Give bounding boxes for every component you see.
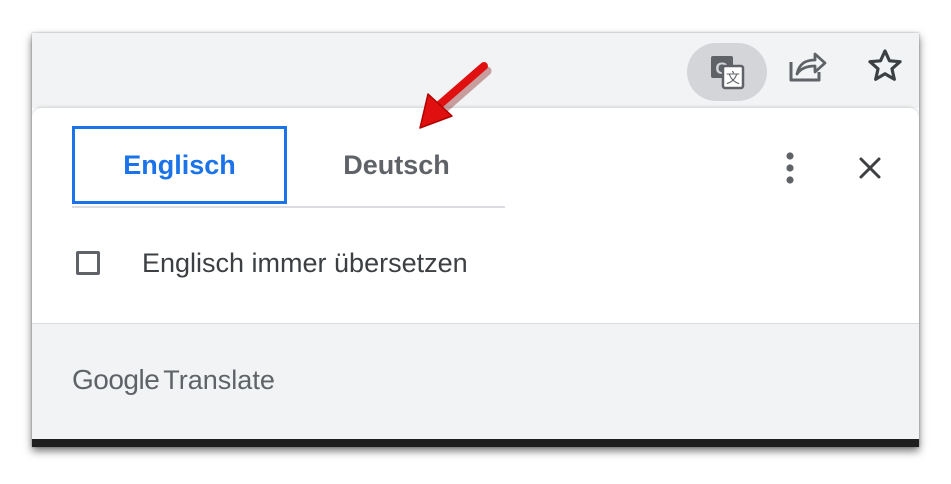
always-translate-label: Englisch immer übersetzen (142, 247, 468, 278)
popup-footer: Google Translate (32, 323, 919, 447)
translate-button[interactable]: G 文 (687, 43, 767, 101)
star-icon (868, 49, 902, 81)
annotation-arrow-icon (419, 62, 492, 129)
bookmark-star-button[interactable] (862, 43, 908, 89)
close-icon (859, 157, 881, 179)
always-translate-option: Englisch immer übersetzen (76, 243, 576, 283)
always-translate-checkbox[interactable] (76, 251, 100, 275)
tab-source-language[interactable]: Englisch (72, 126, 287, 204)
svg-text:文: 文 (726, 70, 740, 86)
brand-google: Google (72, 364, 160, 395)
tab-label: Deutsch (343, 149, 450, 180)
tab-label: Englisch (123, 149, 236, 180)
window-bottom-edge (32, 439, 919, 447)
share-icon (789, 52, 827, 82)
share-button[interactable] (784, 43, 830, 89)
translate-icon: G 文 (711, 56, 745, 90)
more-vert-icon (786, 152, 794, 184)
translate-popup: Englisch Deutsch Englisch immer übersetz… (32, 108, 919, 447)
brand-translate: Translate (163, 365, 275, 395)
google-translate-logo: Google Translate (72, 364, 275, 396)
more-options-button[interactable] (772, 148, 808, 188)
close-button[interactable] (852, 148, 888, 188)
